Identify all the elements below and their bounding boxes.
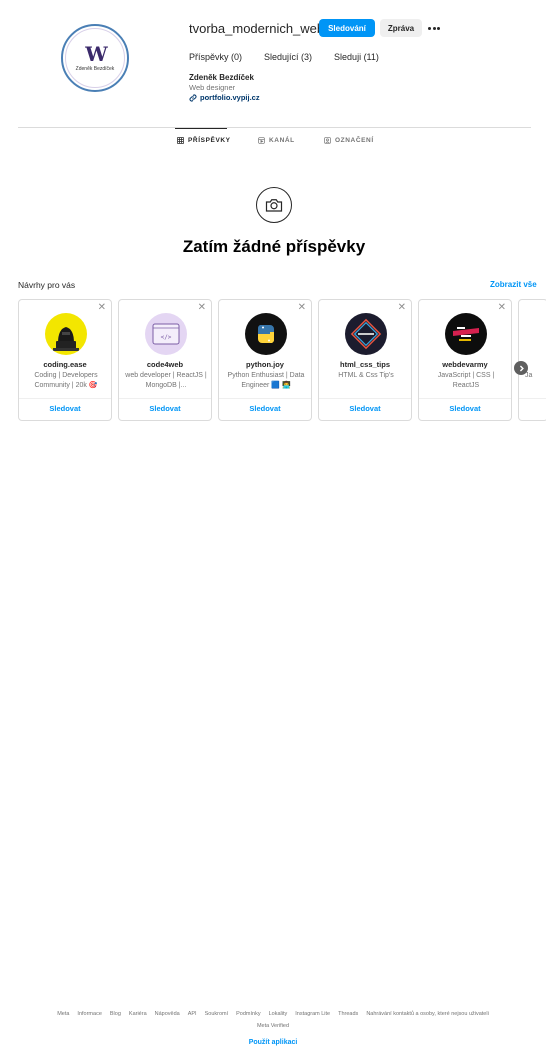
suggestions-carousel: ✕ coding.ease Coding | Developers Commun… xyxy=(18,299,546,423)
profile-username: tvorba_modernich_webu xyxy=(189,21,332,36)
footer-link[interactable]: Nahrávání kontaktů a osoby, které nejsou… xyxy=(366,1011,489,1017)
following-button[interactable]: Sledování xyxy=(319,19,375,37)
tab-posts[interactable]: PŘÍSPĚVKY xyxy=(177,137,231,144)
message-button[interactable]: Zpráva xyxy=(380,19,422,37)
follow-button[interactable]: Sledovat xyxy=(219,404,311,413)
following-count[interactable]: Sleduji (11) xyxy=(334,52,379,62)
close-icon[interactable]: ✕ xyxy=(298,303,306,313)
suggestion-avatar[interactable] xyxy=(245,313,287,355)
suggestion-avatar[interactable] xyxy=(445,313,487,355)
follow-button[interactable]: Sledovat xyxy=(119,404,211,413)
profile-full-name: Zdeněk Bezdíček xyxy=(189,73,254,82)
avatar-logo: W Zdeněk Bezdíček xyxy=(65,28,125,88)
card-divider xyxy=(519,398,546,399)
suggestion-card: Ja xyxy=(518,299,546,421)
card-divider xyxy=(119,398,211,399)
suggestion-bio: web developer | ReactJS | MongoDB |... xyxy=(125,372,207,389)
card-divider xyxy=(419,398,511,399)
suggestion-bio: Coding | Developers Community | 20k 🎯 xyxy=(34,372,98,389)
suggestion-bio: Python Enthusiast | Data Engineer 🟦 👨‍💻 xyxy=(227,372,305,389)
reels-icon xyxy=(258,137,265,144)
footer-link[interactable]: Informace xyxy=(77,1011,101,1017)
footer-link[interactable]: Instagram Lite xyxy=(295,1011,330,1017)
close-icon[interactable]: ✕ xyxy=(398,303,406,313)
profile-header: W Zdeněk Bezdíček tvorba_modernich_webu … xyxy=(0,0,546,128)
suggestion-card: ✕ coding.ease Coding | Developers Commun… xyxy=(18,299,112,421)
profile-tabs: PŘÍSPĚVKY KANÁL OZNAČENÍ xyxy=(0,128,546,154)
suggestion-name[interactable]: python.joy xyxy=(219,360,311,369)
close-icon[interactable]: ✕ xyxy=(98,303,106,313)
avatar-logo-mark: W xyxy=(85,41,108,66)
follow-button[interactable]: Sledovat xyxy=(419,404,511,413)
suggestion-name[interactable]: html_css_tips xyxy=(319,360,411,369)
suggestion-avatar[interactable] xyxy=(45,313,87,355)
suggestions-title: Návrhy pro vás xyxy=(18,280,76,290)
tagged-icon xyxy=(324,137,331,144)
tab-posts-label: PŘÍSPĚVKY xyxy=(188,137,231,144)
suggestion-bio: Ja xyxy=(525,372,533,379)
footer-link[interactable]: Meta Verified xyxy=(257,1023,289,1029)
footer-link[interactable]: API xyxy=(188,1011,197,1017)
suggestion-bio: JavaScript | CSS | ReactJS xyxy=(437,372,495,389)
grid-icon xyxy=(177,137,184,144)
more-options-icon[interactable] xyxy=(427,19,441,37)
tab-tagged-label: OZNAČENÍ xyxy=(335,137,374,144)
empty-state-camera xyxy=(256,187,292,223)
suggestion-card: ✕ html_css_tips HTML & Css Tip's Sledova… xyxy=(318,299,412,421)
show-all-link[interactable]: Zobrazit vše xyxy=(490,280,537,289)
footer-links-row2: Meta Verified xyxy=(0,1020,546,1032)
posts-count: Příspěvky (0) xyxy=(189,52,243,62)
suggestion-avatar[interactable]: </> xyxy=(145,313,187,355)
use-app-link[interactable]: Použít aplikaci xyxy=(0,1039,546,1046)
suggestion-avatar[interactable] xyxy=(345,313,387,355)
footer-link[interactable]: Podmínky xyxy=(236,1011,260,1017)
footer-link[interactable]: Soukromí xyxy=(205,1011,229,1017)
footer-link[interactable]: Meta xyxy=(57,1011,69,1017)
follow-button[interactable]: Sledovat xyxy=(319,404,411,413)
carousel-next-button[interactable] xyxy=(514,361,528,375)
suggestion-bio: HTML & Css Tip's xyxy=(338,372,394,379)
footer-links: Meta Informace Blog Kariéra Nápověda API Soukr… xyxy=(0,1008,546,1032)
footer-link[interactable]: Nápověda xyxy=(155,1011,180,1017)
svg-text:</>: </> xyxy=(161,334,172,341)
camera-icon xyxy=(265,199,283,212)
tab-tagged[interactable]: OZNAČENÍ xyxy=(324,137,374,144)
profile-avatar[interactable]: W Zdeněk Bezdíček xyxy=(61,24,129,92)
footer-link[interactable]: Blog xyxy=(110,1011,121,1017)
suggestion-name[interactable]: coding.ease xyxy=(19,360,111,369)
suggestion-name[interactable]: code4web xyxy=(119,360,211,369)
close-icon[interactable]: ✕ xyxy=(498,303,506,313)
close-icon[interactable]: ✕ xyxy=(198,303,206,313)
tab-feed[interactable]: KANÁL xyxy=(258,137,295,144)
footer-link[interactable]: Lokality xyxy=(269,1011,288,1017)
follow-button[interactable]: Sledovat xyxy=(19,404,111,413)
chevron-right-icon xyxy=(519,365,524,371)
followers-count[interactable]: Sledující (3) xyxy=(264,52,312,62)
link-icon xyxy=(189,94,197,101)
card-divider xyxy=(319,398,411,399)
avatar-logo-name: Zdeněk Bezdíček xyxy=(75,65,115,72)
suggestion-card: ✕ python.joy Python Enthusiast | Data En… xyxy=(218,299,312,421)
footer-link[interactable]: Threads xyxy=(338,1011,358,1017)
suggestion-name[interactable]: webdevarmy xyxy=(419,360,511,369)
profile-stats: Příspěvky (0) Sledující (3) Sleduji (11) xyxy=(189,52,401,62)
card-divider xyxy=(19,398,111,399)
footer-link[interactable]: Kariéra xyxy=(129,1011,147,1017)
tab-feed-label: KANÁL xyxy=(269,137,295,144)
profile-category: Web designer xyxy=(189,83,236,92)
profile-link-text: portfolio.vypij.cz xyxy=(200,93,260,102)
profile-link[interactable]: portfolio.vypij.cz xyxy=(189,93,260,102)
empty-state-title: Zatím žádné příspěvky xyxy=(182,237,366,256)
suggestion-card: ✕ </> code4web web developer | ReactJS |… xyxy=(118,299,212,421)
card-divider xyxy=(219,398,311,399)
suggestion-card: ✕ webdevarmy JavaScript | CSS | ReactJS … xyxy=(418,299,512,421)
